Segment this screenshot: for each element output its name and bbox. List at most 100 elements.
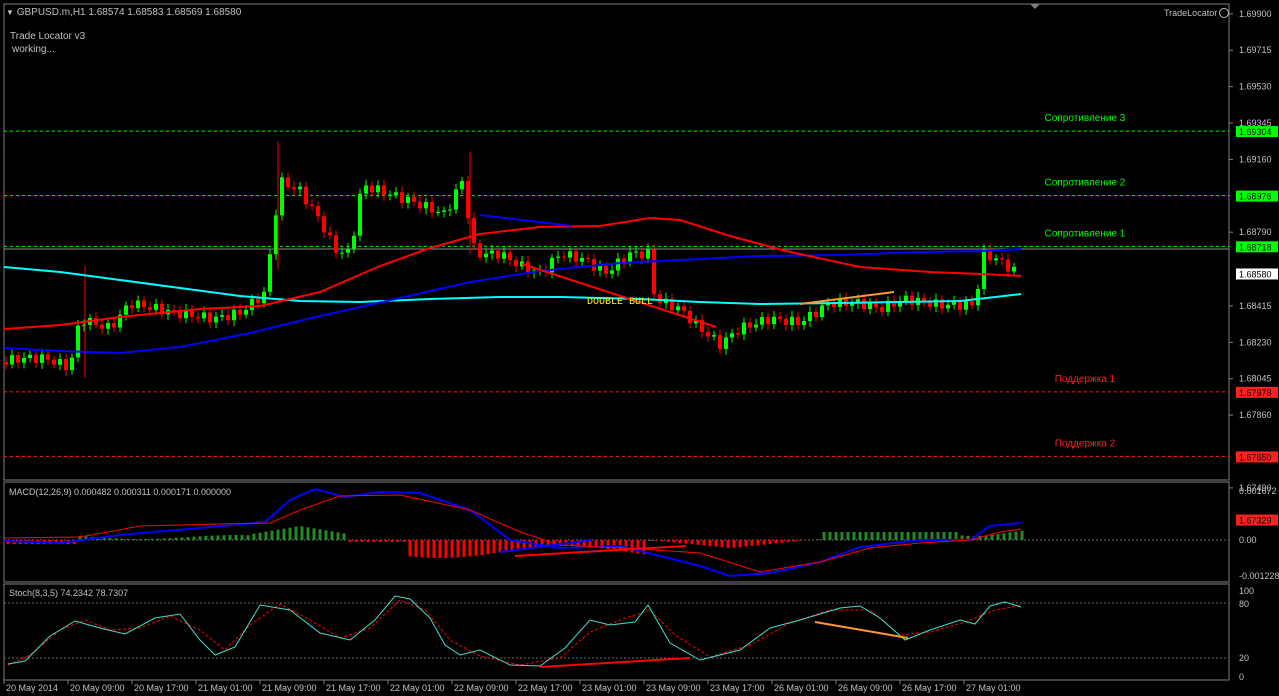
candle-body: [412, 196, 416, 202]
candle-body: [364, 185, 368, 194]
macd-panel-frame: [3, 481, 1230, 583]
macd-bar: [852, 532, 856, 540]
candle-body: [814, 311, 818, 317]
candle-body: [298, 186, 302, 190]
time-label: 23 May 01:00: [582, 683, 637, 693]
candle-body: [310, 204, 314, 207]
stochastic-panel[interactable]: [3, 583, 1230, 681]
macd-bar: [132, 538, 136, 540]
macd-bar: [894, 532, 898, 540]
macd-bar: [462, 540, 466, 557]
candle-body: [142, 300, 146, 308]
level-tag-label: 1.67978: [1239, 388, 1272, 398]
candle-body: [280, 177, 284, 216]
macd-bar: [672, 540, 676, 543]
macd-bar: [324, 530, 328, 540]
candle-body: [226, 315, 230, 321]
candle-body: [766, 317, 770, 325]
candle-body: [244, 309, 248, 315]
macd-bar: [348, 540, 352, 542]
level-name: Сопротивление 3: [1045, 113, 1126, 124]
candle-body: [430, 202, 434, 213]
candle-body: [340, 252, 344, 254]
time-label: 20 May 17:00: [134, 683, 189, 693]
time-label: 21 May 09:00: [262, 683, 317, 693]
candle-body: [268, 254, 272, 292]
macd-bar: [204, 535, 208, 540]
candle-body: [214, 316, 218, 323]
macd-bar: [660, 540, 664, 542]
macd-bar: [654, 540, 658, 541]
candle-body: [238, 309, 242, 315]
macd-bar: [480, 540, 484, 555]
macd-bar: [828, 532, 832, 540]
time-label: 20 May 2014: [6, 683, 58, 693]
candle-body: [466, 181, 470, 219]
macd-header: MACD(12,26,9) 0.000482 0.000311 0.000171…: [9, 487, 232, 497]
price-panel[interactable]: Сопротивление 3 Сопротивление 2 Сопротивле…: [3, 3, 1230, 521]
time-label: 26 May 01:00: [774, 683, 829, 693]
macd-bar: [234, 535, 238, 540]
macd-bar: [846, 532, 850, 540]
macd-bar: [288, 527, 292, 540]
candle-body: [490, 250, 494, 254]
candle-body: [22, 358, 26, 363]
macd-bar: [882, 532, 886, 540]
macd-bar: [192, 536, 196, 540]
macd-bar: [936, 532, 940, 540]
candle-body: [568, 251, 572, 258]
macd-bar: [378, 540, 382, 542]
macd-bar: [180, 537, 184, 540]
macd-bar: [996, 534, 1000, 540]
macd-bar: [258, 532, 262, 540]
candle-body: [682, 306, 686, 311]
macd-bar: [876, 532, 880, 540]
level-name: Сопротивление 1: [1045, 228, 1126, 239]
candle-body: [514, 260, 518, 267]
macd-bar: [840, 532, 844, 540]
macd-bar: [612, 540, 616, 550]
collapse-triangle-icon[interactable]: ▼: [6, 8, 14, 17]
indicator-status: working...: [12, 44, 55, 55]
time-label: 21 May 01:00: [198, 683, 253, 693]
macd-bar: [468, 540, 472, 557]
stoch-header: Stoch(8,3,5) 74.2342 78.7307: [9, 588, 129, 598]
candle-body: [352, 235, 356, 250]
candle-body: [16, 355, 20, 363]
time-label: 26 May 17:00: [902, 683, 957, 693]
candle-body: [496, 250, 500, 259]
candle-body: [1012, 266, 1016, 272]
candle-body: [790, 316, 794, 326]
candle-body: [460, 181, 464, 190]
macd-bar: [198, 536, 202, 540]
macd-bar: [474, 540, 478, 556]
macd-axis-label: 0.001672: [1239, 486, 1277, 496]
macd-bar: [762, 540, 766, 545]
time-label: 21 May 17:00: [326, 683, 381, 693]
candle-body: [304, 186, 308, 205]
trading-chart[interactable]: Сопротивление 3 Сопротивление 2 Сопротивле…: [0, 0, 1279, 696]
candle-body: [946, 304, 950, 309]
macd-bar: [174, 537, 178, 540]
macd-bar: [1020, 530, 1024, 540]
macd-bar: [486, 540, 490, 555]
candle-body: [286, 177, 290, 188]
macd-bar: [456, 540, 460, 558]
macd-bar: [384, 540, 388, 542]
candle-body: [658, 294, 662, 304]
candle-body: [370, 185, 374, 193]
current-price-tag: 1.68580: [1239, 269, 1272, 279]
candle-body: [202, 312, 206, 319]
candle-body: [106, 323, 110, 329]
symbol-header-text: GBPUSD.m,H1 1.68574 1.68583 1.68569 1.68…: [16, 7, 242, 18]
time-label: 23 May 09:00: [646, 683, 701, 693]
candle-body: [388, 194, 392, 196]
macd-panel[interactable]: [3, 481, 1230, 583]
price-label: 1.68045: [1239, 374, 1272, 384]
macd-bar: [942, 532, 946, 540]
candle-body: [322, 216, 326, 233]
price-label: 1.69160: [1239, 154, 1272, 164]
macd-bar: [954, 532, 958, 540]
candle-body: [64, 359, 68, 371]
candle-body: [154, 303, 158, 310]
